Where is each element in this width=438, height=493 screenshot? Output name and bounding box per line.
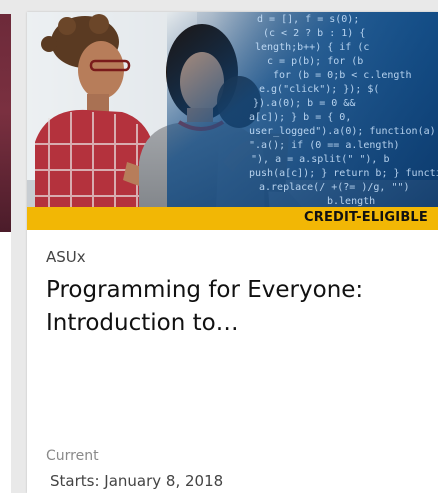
svg-text:push(a[c]); } return b; } func: push(a[c]); } return b; } function (249, 168, 438, 179)
course-image[interactable]: d = [], f = s(0); (c < 2 ? b : 1) { leng… (27, 12, 438, 230)
course-card[interactable]: d = [], f = s(0); (c < 2 ? b : 1) { leng… (27, 12, 438, 493)
svg-text:user_logged").a(0); function(a: user_logged").a(0); function(a) (249, 126, 436, 137)
credit-eligible-badge: CREDIT-ELIGIBLE (27, 207, 438, 230)
course-start-date: Starts: January 8, 2018 (50, 472, 224, 490)
svg-text:d = [], f = s(0);: d = [], f = s(0); (257, 14, 359, 25)
svg-text:e.g("click"); }); $(: e.g("click"); }); $( (259, 84, 379, 95)
svg-text:b.length: b.length (327, 196, 375, 207)
svg-text:"), a = a.split(" "), b: "), a = a.split(" "), b (251, 154, 389, 165)
svg-text:for (b = 0;b < c.length: for (b = 0;b < c.length (273, 70, 411, 81)
previous-course-card[interactable] (0, 14, 11, 493)
svg-text:c = p(b); for (b: c = p(b); for (b (267, 56, 363, 67)
svg-text:length;b++) { if (c: length;b++) { if (c (255, 42, 369, 53)
course-org: ASUx (46, 248, 86, 266)
svg-text:".a(); if (0 == a.length): ".a(); if (0 == a.length) (249, 140, 400, 151)
course-status: Current (46, 448, 99, 464)
svg-text:(c < 2 ? b : 1) {: (c < 2 ? b : 1) { (263, 28, 365, 39)
previous-course-image (0, 14, 11, 232)
course-title[interactable]: Programming for Everyone: Introduction t… (46, 274, 431, 340)
svg-text:a[c]); } b = { 0,: a[c]); } b = { 0, (249, 112, 351, 123)
course-image-illustration: d = [], f = s(0); (c < 2 ? b : 1) { leng… (27, 12, 438, 230)
badge-label: CREDIT-ELIGIBLE (304, 210, 428, 225)
svg-text:}).a(0); b = 0 &&: }).a(0); b = 0 && (253, 98, 355, 109)
svg-text:a.replace(/ +(?= )/g, ""): a.replace(/ +(?= )/g, "") (259, 182, 410, 193)
